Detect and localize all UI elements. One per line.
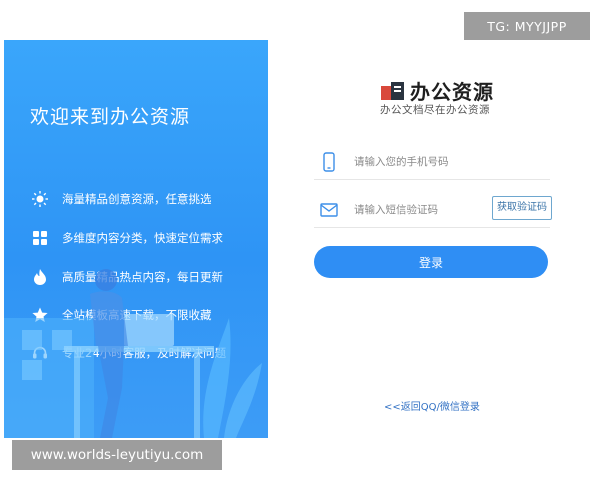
login-button[interactable]: 登录: [314, 246, 548, 278]
office-illustration: [4, 269, 262, 438]
lightbulb-icon: [30, 189, 50, 209]
sms-code-input[interactable]: [354, 203, 484, 216]
mobile-phone-icon: [318, 151, 340, 172]
grid-icon: [30, 228, 50, 248]
welcome-heading: 欢迎来到办公资源: [30, 106, 191, 128]
tg-watermark: TG: MYYJJPP: [464, 12, 590, 40]
brand-title: 办公资源: [410, 80, 494, 104]
get-code-button[interactable]: 获取验证码: [492, 196, 552, 220]
brand-logo: 办公资源: [380, 76, 494, 105]
brand-slogan: 办公文档尽在办公资源: [380, 104, 490, 116]
url-watermark: www.worlds-leyutiyu.com: [12, 440, 222, 470]
welcome-panel: 欢迎来到办公资源 海量精品创意资源，任意挑选 多维度内容分类，快速定位需求 高质…: [4, 40, 268, 438]
feature-item: 海量精品创意资源，任意挑选: [30, 189, 212, 209]
logo-mark-icon: [380, 80, 406, 102]
feature-text: 海量精品创意资源，任意挑选: [62, 192, 212, 206]
phone-field: [314, 144, 550, 180]
back-to-qq-wechat-login-link[interactable]: <<返回QQ/微信登录: [384, 398, 480, 413]
feature-text: 多维度内容分类，快速定位需求: [62, 231, 223, 245]
feature-item: 多维度内容分类，快速定位需求: [30, 228, 223, 248]
envelope-icon: [318, 202, 340, 217]
phone-input[interactable]: [354, 155, 484, 168]
sms-code-field: 获取验证码: [314, 192, 552, 228]
